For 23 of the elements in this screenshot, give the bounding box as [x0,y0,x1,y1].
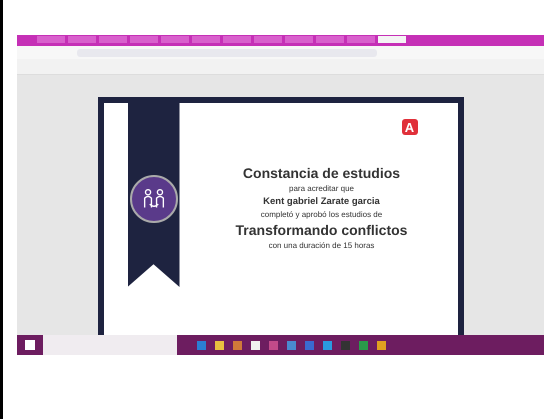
recipient-name: Kent gabriel Zarate garcia [263,196,380,207]
browser-tab[interactable] [254,36,282,43]
certificate-text: para acreditar que [289,184,354,193]
certificate-text: con una duración de 15 horas [268,241,374,250]
browser-tab[interactable] [347,36,375,43]
certificate-text: completó y aprobó los estudios de [260,210,382,219]
browser-tab[interactable] [99,36,127,43]
course-title: Transformando conflictos [236,222,408,238]
browser-tab[interactable] [378,36,406,43]
certificate-title: Constancia de estudios [242,165,400,181]
search-field[interactable] [43,335,177,355]
logo-icon: A [402,119,418,135]
browser-tab[interactable] [223,36,251,43]
browser-tab[interactable] [316,36,344,43]
seal-icon [130,175,178,223]
browser-tab[interactable] [37,36,65,43]
browser-tab[interactable] [285,36,313,43]
browser-tab[interactable] [161,36,189,43]
address-bar[interactable] [17,46,544,59]
browser-tab[interactable] [130,36,158,43]
browser-tab[interactable] [68,36,96,43]
browser-tab[interactable] [192,36,220,43]
windows-start-icon[interactable] [25,340,35,350]
